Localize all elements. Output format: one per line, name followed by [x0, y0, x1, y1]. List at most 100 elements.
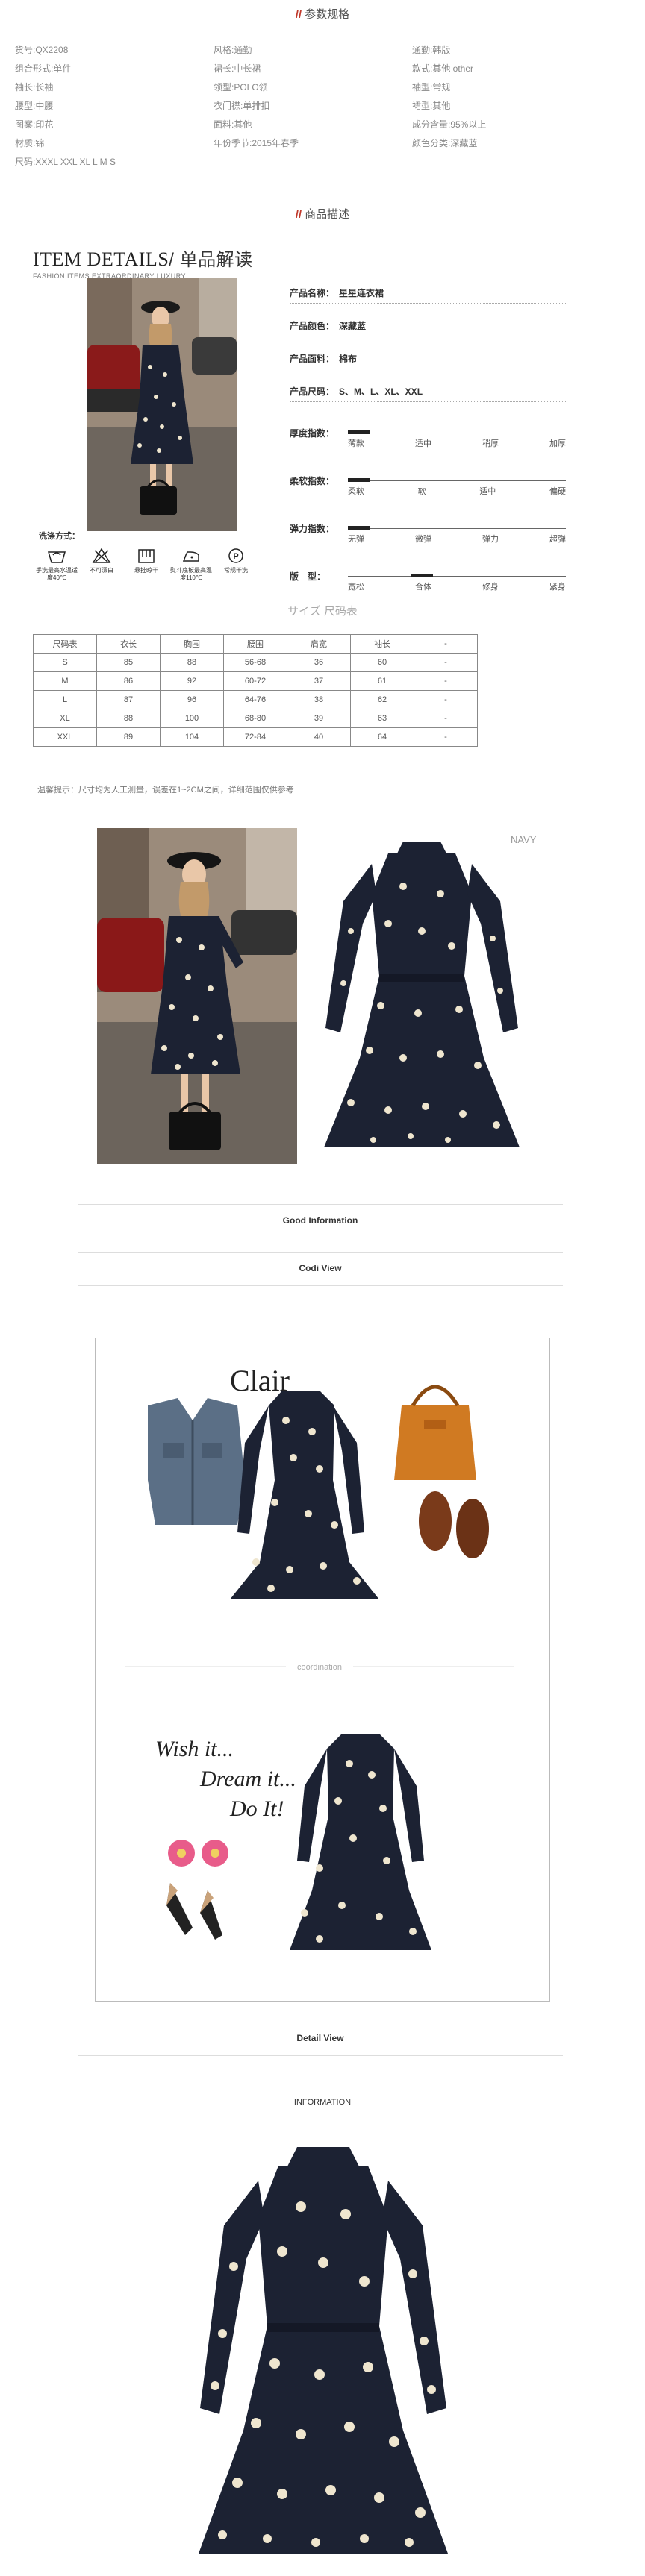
size-cell: 89 [96, 727, 161, 747]
size-cell: 64-76 [223, 690, 287, 709]
codi-view-title: Codi View [299, 1263, 342, 1273]
size-cell: - [414, 671, 478, 691]
product-info-row: 产品面料： 棉布 [290, 352, 566, 385]
size-cell: - [414, 709, 478, 728]
param-cell: 成分含量:95%以上 [412, 119, 487, 130]
svg-text:P: P [233, 552, 238, 561]
scale-option: 超弹 [549, 535, 566, 544]
scale-marker [348, 430, 370, 434]
param-cell: 款式:其他 other [412, 63, 474, 74]
script-line: Wish it... [155, 1737, 234, 1761]
params-section-header: //参数规格 [0, 4, 645, 22]
scale-label: 版 型： [290, 571, 326, 582]
scale-option: 薄款 [348, 439, 364, 448]
scale-options: 宽松 合体 修身 紧身 [348, 580, 566, 592]
product-info-row: 产品颜色： 深藏蓝 [290, 319, 566, 352]
params-row: 组合形式:单件 裙长:中长裙 款式:其他 other [15, 59, 627, 78]
scale-bar [348, 526, 566, 530]
softness-scale: 柔软指数： 柔软 软 适中 偏硬 [290, 474, 566, 522]
params-row: 货号:QX2208 风格:通勤 通勤:韩版 [15, 40, 627, 59]
hang-dry-icon [138, 549, 155, 563]
scale-option: 偏硬 [549, 487, 566, 496]
size-table-row: XXL 89 104 72-84 40 64 - [33, 727, 478, 747]
param-cell: 图案:印花 [15, 119, 54, 130]
params-row: 尺码:XXXL XXL XL L M S [15, 152, 627, 171]
product-info-list: 产品名称： 星星连衣裙 产品颜色： 深藏蓝 产品面料： 棉布 产品尺码： S、M、L、X… [290, 286, 566, 618]
size-cell: 56-68 [223, 653, 287, 672]
size-cell: 38 [287, 690, 351, 709]
param-cell: 风格:通勤 [214, 45, 252, 55]
size-cell: 61 [350, 671, 414, 691]
product-info-label: 产品名称： [290, 288, 335, 298]
param-cell: 材质:锦 [15, 138, 45, 148]
scale-options: 无弹 微弹 弹力 超弹 [348, 533, 566, 545]
title-slash: // [295, 8, 302, 21]
dotted-underline [290, 401, 566, 402]
scale-option: 软 [417, 487, 426, 496]
size-cell: 64 [350, 727, 414, 747]
size-note: 温馨提示：尺寸均为人工测量，误差在1~2CM之间，详细范围仅供参考 [37, 786, 294, 795]
scale-option: 适中 [415, 439, 431, 448]
wash-item: 手洗最高水温适度40℃ [34, 548, 79, 592]
size-header-cell: 胸围 [160, 634, 224, 654]
size-cell: 62 [350, 690, 414, 709]
size-header-cell: 袖长 [350, 634, 414, 654]
size-cell: XXL [33, 727, 97, 747]
wash-label: 手洗最高水温适度40℃ [36, 567, 78, 581]
dotted-underline [290, 303, 566, 304]
model-full-illustration [97, 828, 297, 1164]
wash-item: 不可漂白 [79, 548, 124, 592]
model-street-photo [87, 278, 237, 531]
size-cell: - [414, 690, 478, 709]
bar-line [78, 2055, 563, 2056]
scale-options: 柔软 软 适中 偏硬 [348, 485, 566, 497]
scale-options: 薄款 适中 稍厚 加厚 [348, 437, 566, 449]
size-cell: 88 [96, 709, 161, 728]
param-cell: 组合形式:单件 [15, 63, 72, 74]
param-cell: 颜色分类:深藏蓝 [412, 138, 478, 148]
scale-option: 宽松 [348, 583, 364, 592]
scale-option: 无弹 [348, 535, 364, 544]
size-table-header: 尺码表 衣长 胸围 腰围 肩宽 袖长 - [33, 634, 478, 654]
size-cell: 87 [96, 690, 161, 709]
product-info-label: 产品尺码： [290, 386, 335, 397]
bar-line [78, 1252, 563, 1253]
scale-marker [348, 478, 370, 482]
wash-title: 洗涤方式： [39, 532, 80, 541]
scale-bar [348, 574, 566, 577]
scale-label: 柔软指数： [290, 476, 335, 486]
thickness-scale: 厚度指数： 薄款 适中 稍厚 加厚 [290, 427, 566, 474]
scale-option: 合体 [415, 583, 431, 592]
params-row: 腰型:中腰 衣门襟:单排扣 裙型:其他 [15, 96, 627, 115]
item-details-title: ITEM DETAILS [33, 248, 169, 270]
size-chart-title: サイズ 尺码表 [276, 603, 369, 618]
scale-option: 稍厚 [482, 439, 499, 448]
product-info-label: 产品颜色： [290, 321, 335, 331]
bar-line [78, 1285, 563, 1286]
params-title: 参数规格 [305, 8, 350, 21]
size-cell: 104 [160, 727, 224, 747]
size-table-row: S 85 88 56-68 36 60 - [33, 653, 478, 672]
wash-icons: 手洗最高水温适度40℃ 不可漂白 悬挂晾干 熨斗底板最高温度110℃ P 常规干… [34, 548, 258, 592]
param-cell: 面料:其他 [214, 119, 252, 130]
product-info-value: 星星连衣裙 [339, 288, 384, 298]
size-cell: M [33, 671, 97, 691]
param-cell: 袖长:长袖 [15, 82, 54, 93]
no-bleach-icon [92, 548, 111, 563]
wash-label: 悬挂晾干 [134, 567, 158, 574]
codi-outfit-illustration: Clair coordination Wish it... Dream it..… [125, 1364, 514, 1950]
title-slash: // [295, 208, 302, 221]
scale-label: 弹力指数： [290, 524, 335, 534]
product-info-value: 深藏蓝 [339, 321, 367, 331]
size-cell: 63 [350, 709, 414, 728]
size-table-row: XL 88 100 68-80 39 63 - [33, 709, 478, 728]
scale-marker [411, 574, 433, 577]
product-info-row: 产品名称： 星星连衣裙 [290, 286, 566, 319]
size-cell: 72-84 [223, 727, 287, 747]
param-cell: 尺码:XXXL XXL XL L M S [15, 157, 116, 167]
params-row: 图案:印花 面料:其他 成分含量:95%以上 [15, 115, 627, 134]
param-cell: 袖型:常规 [412, 82, 451, 93]
elasticity-scale: 弹力指数： 无弹 微弹 弹力 超弹 [290, 522, 566, 570]
codi-outfit-box: Clair coordination Wish it... Dream it..… [95, 1338, 550, 2002]
